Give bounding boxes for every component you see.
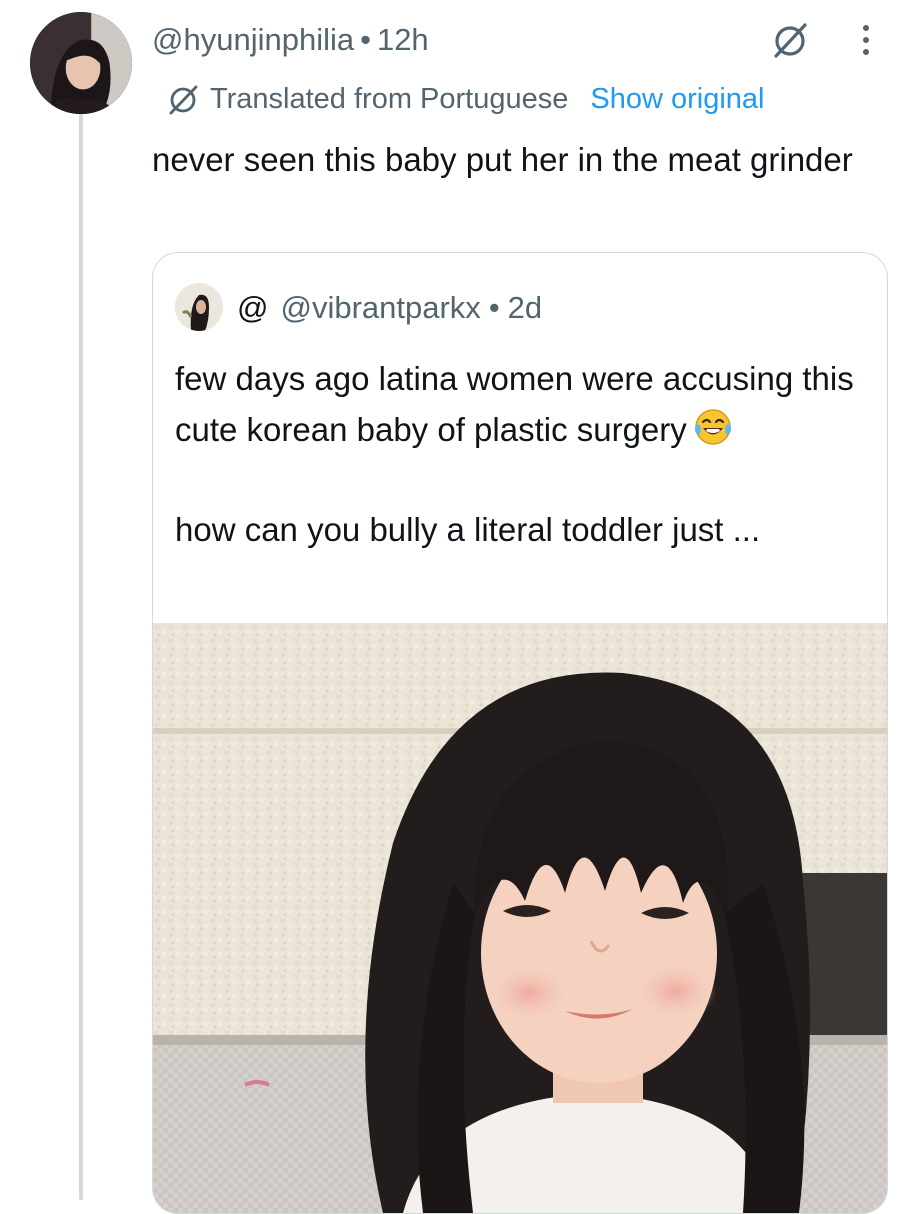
- translated-from-label: Translated from Portuguese: [210, 82, 569, 115]
- grok-icon[interactable]: [770, 20, 810, 60]
- quoted-text-paragraph-1: few days ago latina women were accusing …: [175, 353, 875, 455]
- quoted-tweet-photo[interactable]: [153, 623, 887, 1213]
- quoted-header-separator: •: [488, 290, 500, 325]
- quoted-tweet-text: few days ago latina women were accusing …: [175, 353, 875, 555]
- face-with-tears-of-joy-icon: [694, 409, 731, 445]
- translation-row: Translated from Portuguese Show original: [166, 78, 765, 120]
- author-handle[interactable]: @hyunjinphilia: [152, 22, 354, 58]
- header-separator: •: [360, 22, 371, 57]
- thread-connector-line: [79, 112, 83, 1200]
- quoted-timestamp[interactable]: 2d: [508, 290, 542, 326]
- translate-icon: [169, 85, 198, 115]
- tweet-timestamp[interactable]: 12h: [377, 22, 429, 58]
- quoted-author-handle[interactable]: @vibrantparkx: [280, 290, 480, 326]
- quoted-text-line-1: few days ago latina women were accusing …: [175, 360, 854, 448]
- more-options-icon[interactable]: [856, 20, 876, 60]
- author-avatar[interactable]: [30, 12, 132, 114]
- tweet-body-text: never seen this baby put her in the meat…: [152, 141, 853, 178]
- quoted-author-avatar[interactable]: [175, 283, 223, 331]
- show-original-link[interactable]: Show original: [590, 83, 764, 116]
- quoted-tweet-header: @ @vibrantparkx • 2d: [237, 285, 542, 331]
- quoted-tweet-card[interactable]: @ @vibrantparkx • 2d few days ago latina…: [152, 252, 888, 1214]
- quoted-display-name[interactable]: @: [237, 290, 268, 326]
- quoted-avatar-image: [175, 283, 223, 331]
- author-avatar-image: [30, 12, 132, 114]
- tweet-header: @hyunjinphilia • 12h: [152, 18, 429, 62]
- toddler-photo: [153, 623, 887, 1213]
- quoted-text-line-2: how can you bully a literal toddler just…: [175, 511, 761, 548]
